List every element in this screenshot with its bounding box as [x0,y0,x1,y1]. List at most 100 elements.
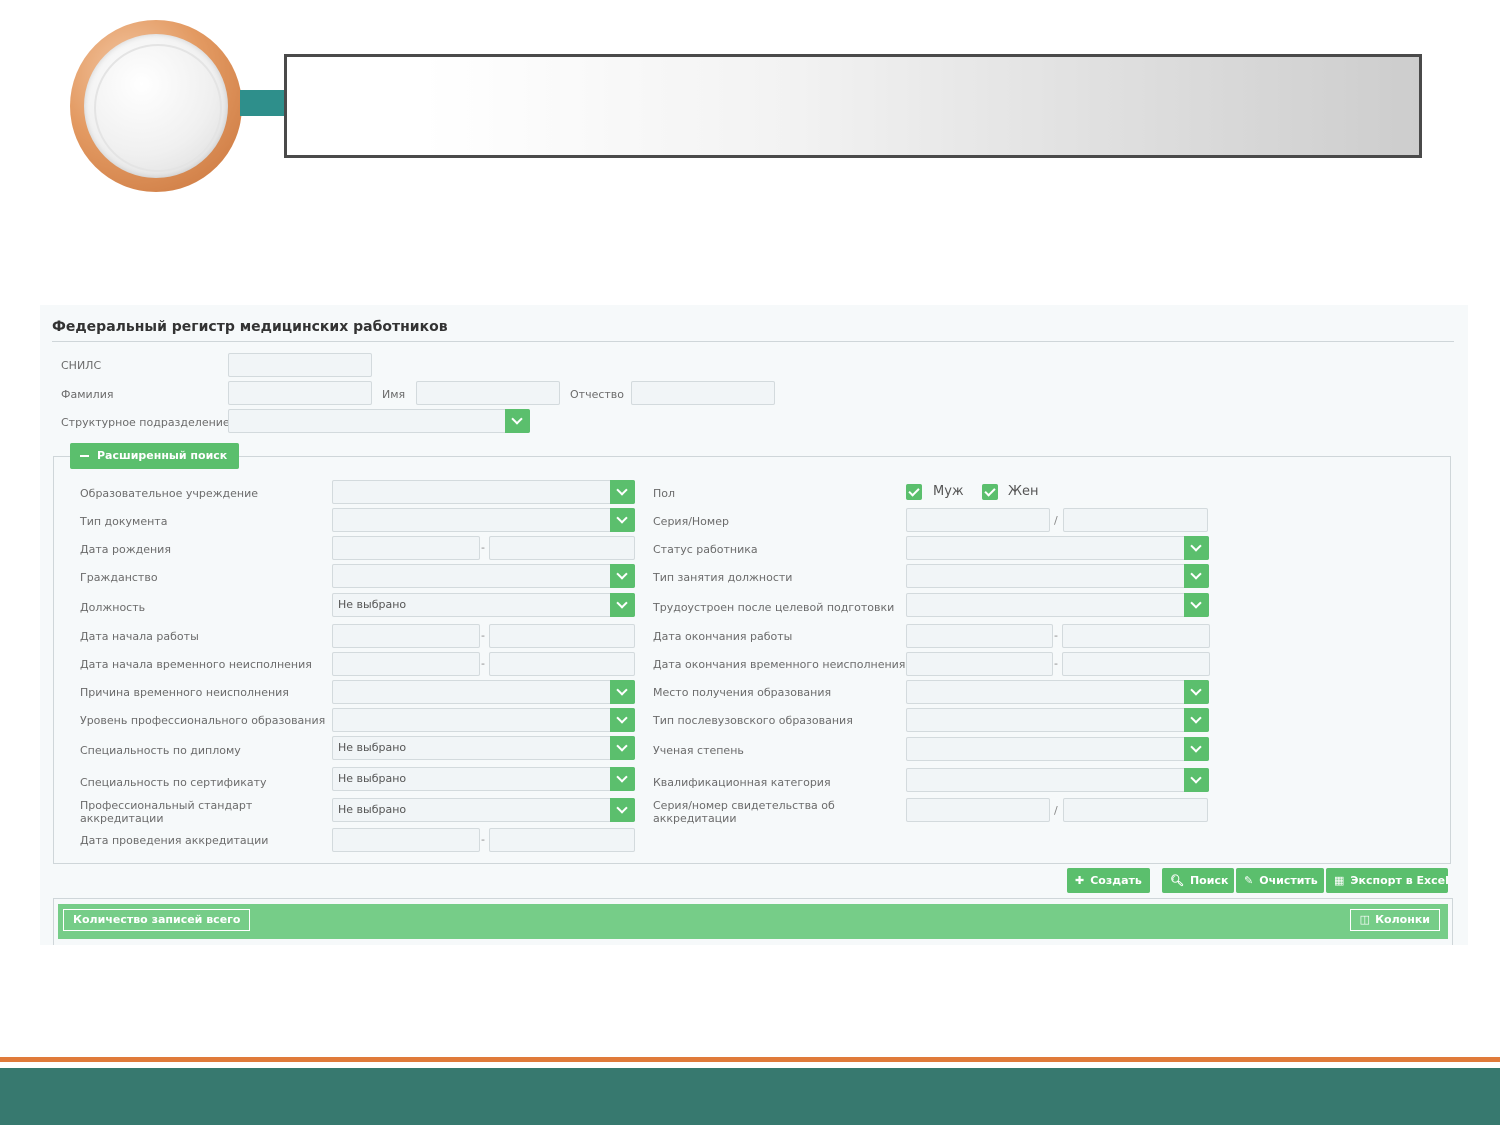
position-select[interactable]: Не выбрано [332,593,635,617]
export-excel-button[interactable]: ▦ Экспорт в Excel [1326,868,1449,893]
accr-date-label: Дата проведения аккредитации [80,834,269,847]
work-end-from[interactable] [906,624,1053,648]
worker-status-select[interactable] [906,536,1209,560]
range-dash: - [1054,657,1058,670]
postgrad-type-select[interactable] [906,708,1209,732]
advanced-search-label: Расширенный поиск [97,449,228,462]
chevron-down-icon[interactable] [610,480,635,504]
decorative-circle-ring [94,44,222,172]
birth-date-label: Дата рождения [80,543,171,556]
footer-accent-line [0,1057,1500,1062]
doc-type-label: Тип документа [80,515,168,528]
results-header: Количество записей всего ◫ Колонки [58,904,1448,939]
chevron-down-icon[interactable] [1184,768,1209,792]
position-value: Не выбрано [338,598,407,611]
citizenship-select[interactable] [332,564,635,588]
cert-spec-label: Специальность по сертификату [80,776,267,789]
diploma-spec-value: Не выбрано [338,741,407,754]
female-label: Жен [1008,484,1039,499]
edu-institution-select[interactable] [332,480,635,504]
series-number-label: Серия/Номер [653,515,729,528]
accr-cert-number[interactable] [1063,798,1208,822]
temp-end-to[interactable] [1062,652,1210,676]
chevron-down-icon[interactable] [610,708,635,732]
temp-end-from[interactable] [906,652,1053,676]
snils-input[interactable] [228,353,372,377]
accr-cert-label: Серия/номер свидетельства об [653,799,835,812]
last-name-label: Фамилия [61,388,114,401]
birth-date-to[interactable] [489,536,635,560]
chevron-down-icon[interactable] [610,767,635,791]
columns-icon: ◫ [1359,913,1371,926]
male-label: Муж [933,484,964,499]
slash-separator: / [1054,804,1058,817]
work-start-from[interactable] [332,624,480,648]
temp-start-label: Дата начала временного неисполнения [80,658,312,671]
chevron-down-icon[interactable] [610,564,635,588]
chevron-down-icon[interactable] [1184,737,1209,761]
diploma-spec-label: Специальность по диплому [80,744,241,757]
range-dash: - [481,629,485,642]
first-name-label: Имя [382,388,406,401]
temp-start-from[interactable] [332,652,480,676]
slide-title-box [284,54,1422,158]
qual-category-select[interactable] [906,768,1209,792]
diploma-spec-select[interactable]: Не выбрано [332,736,635,760]
chevron-down-icon[interactable] [1184,536,1209,560]
accr-date-to[interactable] [489,828,635,852]
search-icon: 🔍︎ [1170,874,1184,887]
chevron-down-icon[interactable] [1184,564,1209,588]
employed-after-select[interactable] [906,593,1209,617]
search-button[interactable]: 🔍︎ Поиск [1162,868,1234,893]
division-label: Структурное подразделение [61,416,230,429]
export-label: Экспорт в Excel [1350,874,1449,887]
accr-date-from[interactable] [332,828,480,852]
chevron-down-icon[interactable] [610,736,635,760]
prof-standard-select[interactable]: Не выбрано [332,798,635,822]
chevron-down-icon[interactable] [1184,708,1209,732]
work-start-to[interactable] [489,624,635,648]
series-input[interactable] [906,508,1050,532]
chevron-down-icon[interactable] [610,680,635,704]
number-input[interactable] [1063,508,1208,532]
work-end-to[interactable] [1062,624,1210,648]
edu-level-select[interactable] [332,708,635,732]
temp-start-to[interactable] [489,652,635,676]
accr-cert-series[interactable] [906,798,1050,822]
columns-button[interactable]: ◫ Колонки [1349,909,1440,931]
range-dash: - [481,541,485,554]
doc-type-select[interactable] [332,508,635,532]
middle-name-label: Отчество [570,388,625,401]
chevron-down-icon[interactable] [610,508,635,532]
clear-button[interactable]: ✎ Очистить [1236,868,1324,893]
chevron-down-icon[interactable] [610,593,635,617]
advanced-search-toggle[interactable]: Расширенный поиск [70,443,240,469]
create-button[interactable]: ✚ Создать [1067,868,1150,893]
footer-band [0,1068,1500,1125]
first-name-input[interactable] [416,381,560,405]
cert-spec-select[interactable]: Не выбрано [332,767,635,791]
middle-name-input[interactable] [631,381,775,405]
position-type-select[interactable] [906,564,1209,588]
chevron-down-icon[interactable] [1184,680,1209,704]
qual-category-label: Квалификационная категория [653,776,831,789]
degree-select[interactable] [906,737,1209,761]
columns-label: Колонки [1375,913,1430,926]
chevron-down-icon[interactable] [505,409,530,433]
temp-reason-select[interactable] [332,680,635,704]
position-label: Должность [80,601,146,614]
female-checkbox[interactable] [982,484,998,500]
clear-label: Очистить [1259,874,1318,887]
division-select[interactable] [228,409,530,433]
chevron-down-icon[interactable] [610,798,635,822]
chevron-down-icon[interactable] [1184,593,1209,617]
edu-place-select[interactable] [906,680,1209,704]
last-name-input[interactable] [228,381,372,405]
work-start-label: Дата начала работы [80,630,199,643]
decorative-circle [70,20,242,192]
decorative-connector [240,90,288,116]
birth-date-from[interactable] [332,536,480,560]
snils-label: СНИЛС [61,359,102,372]
records-count-button[interactable]: Количество записей всего [63,909,251,931]
male-checkbox[interactable] [906,484,922,500]
